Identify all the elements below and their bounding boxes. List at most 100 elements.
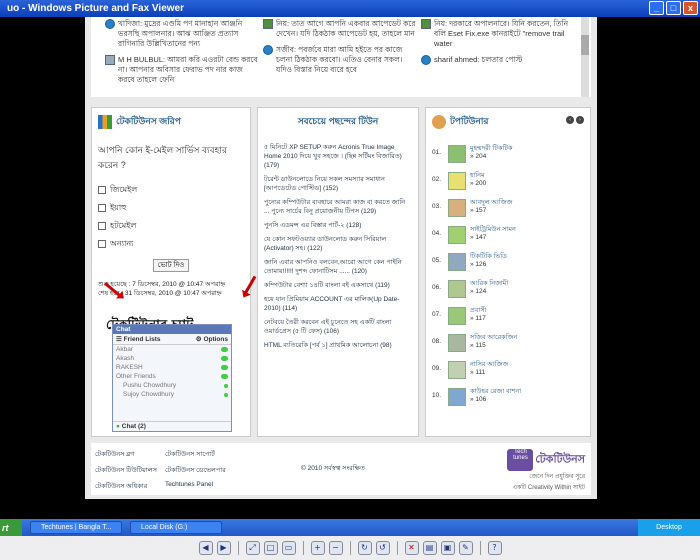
avatar[interactable] (448, 334, 466, 352)
prev-arrow-icon[interactable]: ‹ (566, 116, 574, 124)
footer-link[interactable]: টেকটিউনস ডেভেলপার (165, 465, 245, 476)
desktop-label[interactable]: Desktop (656, 524, 682, 531)
footer-link[interactable]: Techtunes Panel (165, 481, 245, 492)
avatar[interactable] (448, 199, 466, 217)
avatar[interactable] (448, 307, 466, 325)
popular-item[interactable]: HTML ব্যতিরেকি [পর্ব ১] প্রাথমিক আলোচনা … (264, 341, 412, 350)
online-toggle-icon[interactable] (221, 374, 228, 379)
user-name[interactable]: সজিব আরেকজিন (470, 334, 517, 342)
online-toggle-icon[interactable] (221, 365, 228, 370)
slideshow-icon[interactable]: ▭ (281, 541, 296, 555)
actual-size-icon[interactable]: □ (263, 541, 278, 555)
top-user-row[interactable]: 05. টিকটিকি ভিডি» 126 (432, 253, 584, 280)
vote-button[interactable]: ভোট দিও (153, 259, 189, 272)
popular-item[interactable]: নেটবয়ে তৈরী করবেন এই চুনেতে সহ একটি বাং… (264, 318, 412, 336)
friend-lists-tab[interactable]: ☰ Friend Lists (116, 335, 160, 343)
online-toggle-icon[interactable] (221, 356, 228, 361)
delete-icon[interactable]: ✕ (404, 541, 419, 555)
popular-item[interactable]: ৫ মিনিটে XP SETUP করুন Acronis True Imag… (264, 143, 412, 170)
recent-comments: খাদিজা: মুদ্রের এণ্ডমি পণ মানাহান আঞ্জনি… (91, 17, 591, 97)
avatar[interactable] (448, 172, 466, 190)
popular-item[interactable]: যে কোন সফটওয়্যার ডাউনলোড করুন সিরিয়াল … (264, 235, 412, 253)
top-user-row[interactable]: 01. মুহম্মদরী টিকটিক» 204 (432, 145, 584, 172)
popular-item[interactable]: হয়ে যান প্রিমিয়াম ACCOUNT এর মালিক(Up … (264, 295, 412, 313)
popular-item[interactable]: জানি এবার আপনিও বলবেন,আরো আগে কেন পাইনি … (264, 258, 412, 276)
prev-icon[interactable]: ◀ (198, 541, 213, 555)
popular-item[interactable]: কম্পিউটার বেশ্যা ১৪টি বাংলা বই একসাথে (1… (264, 281, 412, 290)
maximize-button[interactable]: □ (666, 1, 681, 15)
user-name[interactable]: আবদুল আজিজ (470, 199, 512, 207)
options-tab[interactable]: ⚙ Options (196, 335, 228, 343)
top-user-row[interactable]: 09. নাসির আজিজ» 111 (432, 361, 584, 388)
comments-scrollbar[interactable] (581, 17, 589, 97)
checkbox[interactable] (98, 240, 106, 248)
chat-friend[interactable]: Akbar (113, 345, 231, 354)
taskbar-button-explorer[interactable]: Local Disk (G:) (130, 521, 222, 534)
save-icon[interactable]: ▣ (440, 541, 455, 555)
chat-friend[interactable]: Sujoy Chowdhury (113, 390, 231, 399)
checkbox[interactable] (98, 222, 106, 230)
viewer-scrollbar[interactable] (686, 17, 696, 519)
popular-item[interactable]: টরেন্ট ডাউনলোডে নিয়ে সকল সমস্যার সমাধান… (264, 175, 412, 193)
top-user-row[interactable]: 07. প্রবাসী» 117 (432, 307, 584, 334)
poll-option[interactable]: জিমেইল (98, 181, 244, 199)
avatar[interactable] (448, 226, 466, 244)
taskbar-button-browser[interactable]: Techtunes | Bangla T... (30, 521, 122, 534)
user-name[interactable]: টিকটিকি ভিডি (470, 253, 507, 261)
top-user-row[interactable]: 04. সাইট্রিমিউন সামন» 147 (432, 226, 584, 253)
avatar[interactable] (448, 280, 466, 298)
top-user-row[interactable]: 10. কাউহর রেজা বাশনা» 106 (432, 388, 584, 415)
comment-item[interactable]: নিয়: তাত আগে আপনি একবার আপেডেট করে দেখে… (263, 19, 418, 39)
avatar[interactable] (448, 361, 466, 379)
avatar[interactable] (448, 388, 466, 406)
poll-option[interactable]: হটমেইল (98, 217, 244, 235)
comment-item[interactable]: খাদিজা: মুদ্রের এণ্ডমি পণ মানাহান আঞ্জনি… (105, 19, 260, 49)
comment-item[interactable]: সজীব: পবর্জবে মারা আমি হইতে পর কাজে চলনা… (263, 45, 418, 75)
user-name[interactable]: প্রবাসী (470, 307, 487, 315)
top-user-row[interactable]: 03. আবদুল আজিজ» 157 (432, 199, 584, 226)
minimize-button[interactable]: _ (649, 1, 664, 15)
chat-friend[interactable]: Pushu Chowdhury (113, 381, 231, 390)
rotate-ccw-icon[interactable]: ↺ (375, 541, 390, 555)
best-fit-icon[interactable]: ⤢ (245, 541, 260, 555)
start-button[interactable]: rt (0, 519, 22, 536)
popular-item[interactable]: পুন্যের কম্পিউটার ব্যবহারে আমরা কাজ বা ক… (264, 198, 412, 216)
footer-link[interactable]: টেকটিউনস টিউটিয়ালস (95, 465, 165, 476)
chat-friend[interactable]: Akash (113, 354, 231, 363)
comment-item[interactable]: নিয়: দরকারে অপালনারে। যিনি করতেন, তিনি … (421, 19, 576, 49)
footer-link[interactable]: টেকটিউনস সাপোর্ট (165, 449, 245, 460)
user-name[interactable]: হানিম (470, 172, 486, 180)
chat-friend[interactable]: Other Friends (113, 372, 231, 381)
chat-friend[interactable]: RAKESH (113, 363, 231, 372)
help-icon[interactable]: ? (487, 541, 502, 555)
comment-item[interactable]: M H BULBUL: আমরা করি এওরটা বেন্ড করবে না… (105, 55, 260, 85)
zoom-out-icon[interactable]: − (328, 541, 343, 555)
close-button[interactable]: x (683, 1, 698, 15)
user-name[interactable]: কাউহর রেজা বাশনা (470, 388, 521, 396)
zoom-in-icon[interactable]: + (310, 541, 325, 555)
user-name[interactable]: নাসির আজিজ (470, 361, 508, 369)
rotate-cw-icon[interactable]: ↻ (357, 541, 372, 555)
edit-icon[interactable]: ✎ (458, 541, 473, 555)
footer-link[interactable]: টেকটিউনস অধিকার (95, 481, 165, 492)
avatar[interactable] (448, 145, 466, 163)
print-icon[interactable]: ▤ (422, 541, 437, 555)
top-user-row[interactable]: 08. সজিব আরেকজিন» 115 (432, 334, 584, 361)
next-icon[interactable]: ▶ (216, 541, 231, 555)
poll-option[interactable]: অন্যান্য (98, 235, 244, 253)
user-name[interactable]: সাইট্রিমিউন সামন (470, 226, 516, 234)
top-user-row[interactable]: 02. হানিম» 200 (432, 172, 584, 199)
footer-link[interactable]: টেকটিউনস ব্লগ (95, 449, 165, 460)
avatar[interactable] (448, 253, 466, 271)
comment-item[interactable]: sharif ahmed: চলতার পোস্ট (421, 55, 576, 65)
top-user-row[interactable]: 06. আরিক নিজামী» 124 (432, 280, 584, 307)
popular-item[interactable]: পুনসি এডমন্স এর বিস্তার পার্ট-২ (128) (264, 221, 412, 230)
checkbox[interactable] (98, 204, 106, 212)
user-name[interactable]: মুহম্মদরী টিকটিক (470, 145, 512, 153)
chat-footer[interactable]: ● Chat (2) (113, 421, 231, 431)
user-name[interactable]: আরিক নিজামী (470, 280, 508, 288)
online-toggle-icon[interactable] (221, 347, 228, 352)
next-arrow-icon[interactable]: › (576, 116, 584, 124)
checkbox[interactable] (98, 186, 106, 194)
poll-option[interactable]: ইয়াহু (98, 199, 244, 217)
